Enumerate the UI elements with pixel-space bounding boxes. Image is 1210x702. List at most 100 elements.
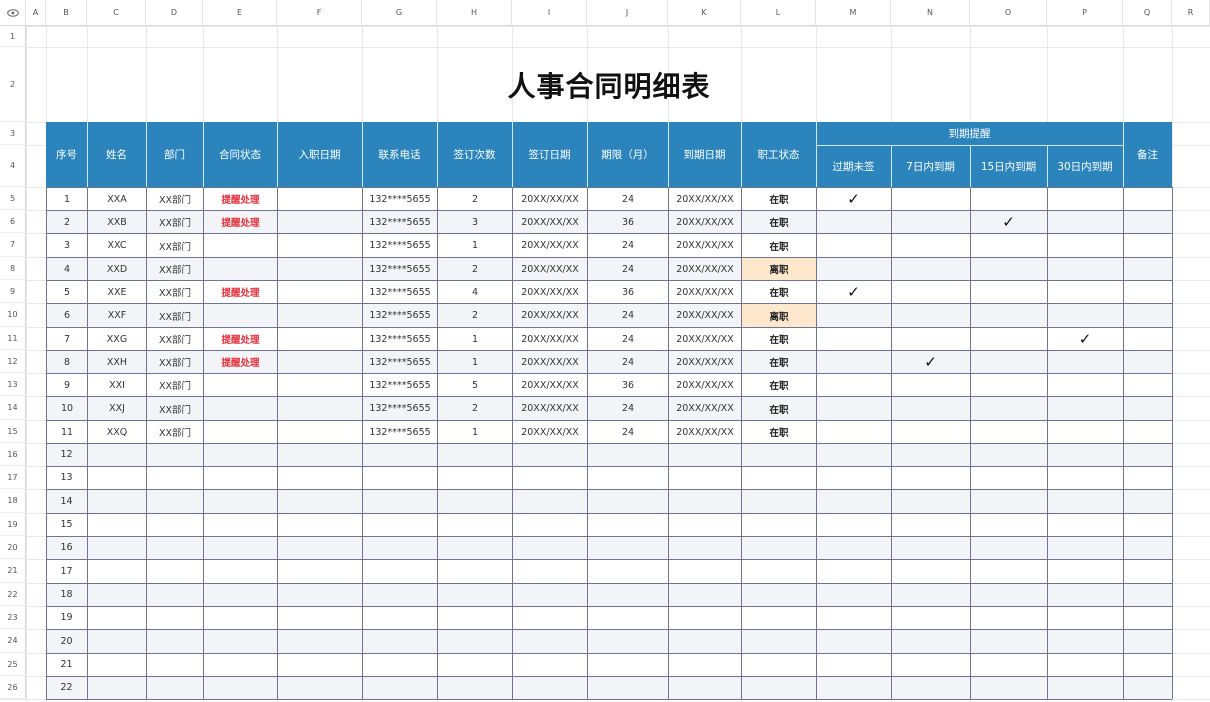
sign-date-cell[interactable]: 20XX/XX/XX [513, 188, 587, 210]
row-header[interactable]: 9 [0, 280, 26, 303]
header-cell[interactable]: 部门 [146, 122, 203, 187]
column-header[interactable]: C [87, 0, 146, 26]
sign-date-cell[interactable]: 20XX/XX/XX [513, 397, 587, 420]
name-cell[interactable]: XXH [88, 351, 146, 373]
sign-count-cell[interactable]: 2 [438, 397, 512, 420]
phone-cell[interactable]: 132****5655 [363, 397, 437, 420]
sign-count-cell[interactable]: 2 [438, 304, 512, 327]
row-header[interactable]: 4 [0, 145, 26, 187]
header-cell[interactable]: 签订日期 [512, 122, 587, 187]
row-header[interactable]: 15 [0, 420, 26, 443]
contract-status-cell[interactable] [204, 374, 277, 396]
contract-status-cell[interactable]: 提醒处理 [204, 351, 277, 373]
row-number-cell[interactable]: 3 [47, 234, 87, 257]
phone-cell[interactable]: 132****5655 [363, 258, 437, 280]
phone-cell[interactable]: 132****5655 [363, 351, 437, 373]
row-header[interactable]: 3 [0, 122, 26, 145]
header-cell[interactable]: 合同状态 [203, 122, 277, 187]
name-cell[interactable]: XXQ [88, 421, 146, 443]
staff-status-cell[interactable]: 在职 [742, 351, 816, 373]
reminder-subheader[interactable]: 15日内到期 [970, 145, 1047, 187]
row-header[interactable]: 17 [0, 466, 26, 489]
department-cell[interactable]: XX部门 [147, 397, 203, 420]
due-date-cell[interactable]: 20XX/XX/XX [669, 258, 741, 280]
department-cell[interactable]: XX部门 [147, 304, 203, 327]
sign-count-cell[interactable]: 2 [438, 258, 512, 280]
department-cell[interactable]: XX部门 [147, 351, 203, 373]
name-cell[interactable]: XXC [88, 234, 146, 257]
column-header[interactable]: E [203, 0, 277, 26]
column-header[interactable]: H [437, 0, 512, 26]
sign-count-cell[interactable]: 5 [438, 374, 512, 396]
column-header[interactable]: L [741, 0, 816, 26]
row-header[interactable]: 23 [0, 606, 26, 629]
row-number-cell[interactable]: 9 [47, 374, 87, 396]
phone-cell[interactable]: 132****5655 [363, 421, 437, 443]
sign-date-cell[interactable]: 20XX/XX/XX [513, 211, 587, 233]
staff-status-cell[interactable]: 在职 [742, 188, 816, 210]
column-header[interactable]: O [970, 0, 1047, 26]
term-cell[interactable]: 36 [588, 281, 668, 303]
entry-date-cell[interactable] [278, 397, 362, 420]
entry-date-cell[interactable] [278, 374, 362, 396]
staff-status-cell[interactable]: 在职 [742, 328, 816, 350]
staff-status-cell[interactable]: 在职 [742, 421, 816, 443]
sign-date-cell[interactable]: 20XX/XX/XX [513, 258, 587, 280]
row-header[interactable]: 11 [0, 327, 26, 350]
row-number-cell[interactable]: 21 [46, 653, 87, 676]
row-header[interactable]: 12 [0, 350, 26, 373]
row-header[interactable]: 16 [0, 443, 26, 466]
department-cell[interactable]: XX部门 [147, 281, 203, 303]
eye-icon[interactable] [6, 8, 19, 17]
select-all-corner[interactable] [0, 0, 26, 26]
column-header[interactable]: K [668, 0, 741, 26]
term-cell[interactable]: 36 [588, 211, 668, 233]
column-header[interactable]: A [26, 0, 46, 26]
sign-count-cell[interactable]: 1 [438, 234, 512, 257]
row-number-cell[interactable]: 4 [47, 258, 87, 280]
header-cell[interactable]: 姓名 [87, 122, 146, 187]
entry-date-cell[interactable] [278, 211, 362, 233]
term-cell[interactable]: 24 [588, 188, 668, 210]
reminder-subheader[interactable]: 7日内到期 [891, 145, 970, 187]
term-cell[interactable]: 24 [588, 328, 668, 350]
row-header[interactable]: 22 [0, 583, 26, 606]
row-number-cell[interactable]: 14 [46, 489, 87, 513]
staff-status-cell[interactable]: 离职 [742, 258, 816, 280]
due-date-cell[interactable]: 20XX/XX/XX [669, 374, 741, 396]
contract-status-cell[interactable]: 提醒处理 [204, 281, 277, 303]
column-header[interactable]: D [146, 0, 203, 26]
row-number-cell[interactable]: 16 [46, 536, 87, 559]
row-header[interactable]: 14 [0, 396, 26, 420]
column-header[interactable]: F [277, 0, 362, 26]
due-date-cell[interactable]: 20XX/XX/XX [669, 304, 741, 327]
term-cell[interactable]: 36 [588, 374, 668, 396]
staff-status-cell[interactable]: 在职 [742, 374, 816, 396]
row-header[interactable]: 26 [0, 676, 26, 699]
row-header[interactable]: 2 [0, 47, 26, 122]
name-cell[interactable]: XXG [88, 328, 146, 350]
row-number-cell[interactable]: 12 [46, 443, 87, 466]
contract-status-cell[interactable]: 提醒处理 [204, 211, 277, 233]
due-date-cell[interactable]: 20XX/XX/XX [669, 351, 741, 373]
staff-status-cell[interactable]: 离职 [742, 304, 816, 327]
phone-cell[interactable]: 132****5655 [363, 281, 437, 303]
header-cell[interactable]: 联系电话 [362, 122, 437, 187]
term-cell[interactable]: 24 [588, 421, 668, 443]
entry-date-cell[interactable] [278, 188, 362, 210]
column-header[interactable]: Q [1123, 0, 1172, 26]
phone-cell[interactable]: 132****5655 [363, 188, 437, 210]
column-header[interactable]: R [1172, 0, 1210, 26]
check-mark-icon[interactable]: ✓ [816, 280, 891, 303]
name-cell[interactable]: XXI [88, 374, 146, 396]
staff-status-cell[interactable]: 在职 [742, 211, 816, 233]
due-date-cell[interactable]: 20XX/XX/XX [669, 211, 741, 233]
phone-cell[interactable]: 132****5655 [363, 374, 437, 396]
department-cell[interactable]: XX部门 [147, 374, 203, 396]
row-header[interactable]: 20 [0, 536, 26, 559]
sign-count-cell[interactable]: 1 [438, 421, 512, 443]
department-cell[interactable]: XX部门 [147, 328, 203, 350]
sign-date-cell[interactable]: 20XX/XX/XX [513, 234, 587, 257]
sign-date-cell[interactable]: 20XX/XX/XX [513, 374, 587, 396]
column-header[interactable]: B [46, 0, 87, 26]
